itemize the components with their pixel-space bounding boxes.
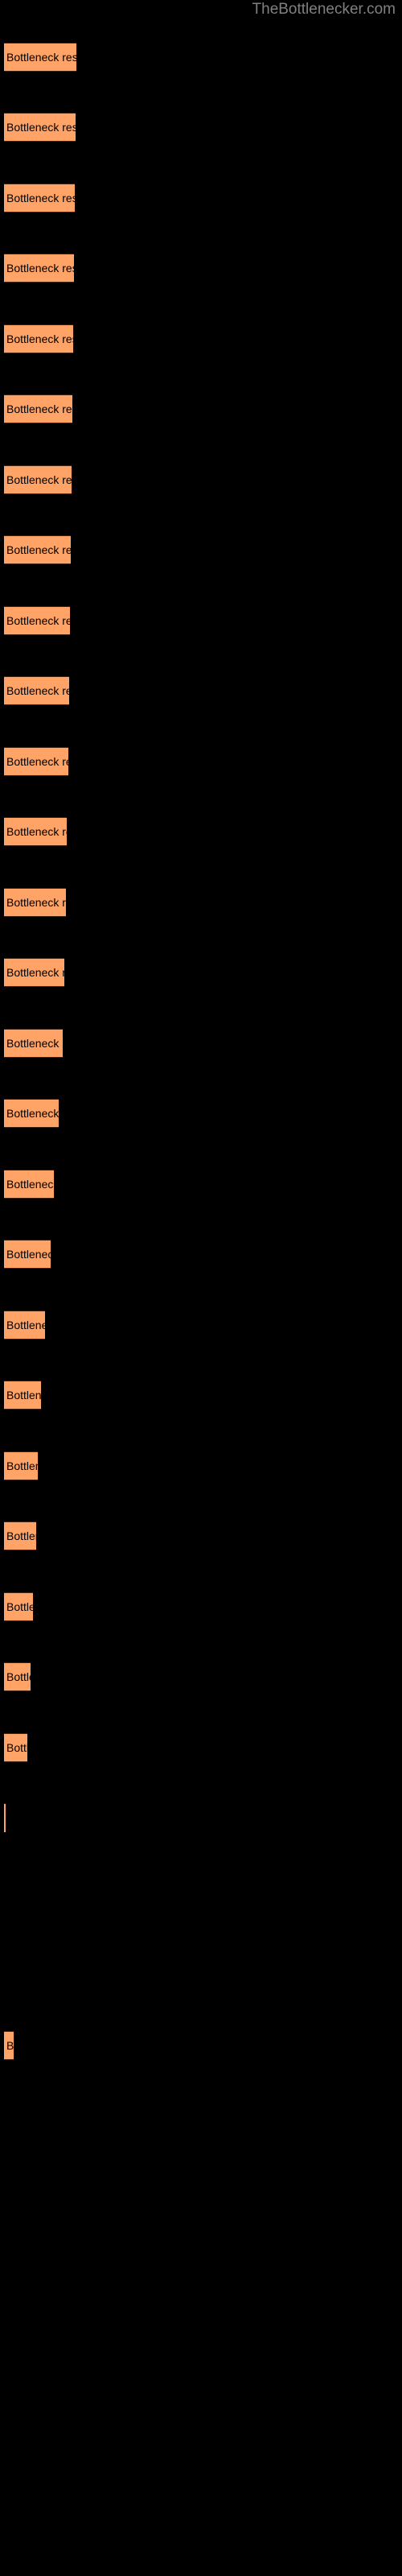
bar-label: Bottleneck result bbox=[6, 614, 70, 627]
bar-16[interactable]: Bottleneck result bbox=[4, 1099, 59, 1128]
bar-label: Bottleneck result bbox=[6, 192, 75, 204]
bottleneck-bar-chart: Bottleneck result Bottleneck result Bottle… bbox=[0, 0, 402, 2576]
bar-label: Bottleneck result bbox=[6, 1107, 59, 1120]
bar-9[interactable]: Bottleneck result bbox=[4, 606, 70, 635]
bar-label: Bottleneck result bbox=[6, 1178, 54, 1191]
bar-label: Bottleneck result bbox=[6, 896, 66, 909]
bar-label: Bottleneck result bbox=[6, 1741, 27, 1754]
bar-6[interactable]: Bottleneck result bbox=[4, 394, 72, 423]
bar-label: Bottleneck result bbox=[6, 1389, 41, 1402]
bar-4[interactable]: Bottleneck result bbox=[4, 254, 74, 283]
bar-27[interactable]: Bottleneck result bbox=[4, 2031, 14, 2060]
bar-label: Bottleneck result bbox=[6, 473, 72, 486]
bar-23[interactable]: Bottleneck result bbox=[4, 1592, 33, 1621]
bar-label: Bottleneck result bbox=[6, 1248, 51, 1261]
bar-label: Bottleneck result bbox=[6, 755, 68, 768]
bar-10[interactable]: Bottleneck result bbox=[4, 676, 69, 705]
bar-13[interactable]: Bottleneck result bbox=[4, 888, 66, 917]
bar-20[interactable]: Bottleneck result bbox=[4, 1381, 41, 1410]
bar-25[interactable]: Bottleneck result bbox=[4, 1733, 27, 1762]
bar-5[interactable]: Bottleneck result bbox=[4, 324, 73, 353]
bar-11[interactable]: Bottleneck result bbox=[4, 747, 68, 776]
bar-label: Bottleneck result bbox=[6, 121, 76, 134]
bar-14[interactable]: Bottleneck result bbox=[4, 958, 64, 987]
bar-8[interactable]: Bottleneck result bbox=[4, 535, 71, 564]
bar-label: Bottleneck result bbox=[6, 2039, 14, 2052]
bar-label: Bottleneck result bbox=[6, 966, 64, 979]
bar-label: Bottleneck result bbox=[6, 51, 76, 64]
bar-24[interactable]: Bottleneck result bbox=[4, 1662, 31, 1691]
bar-19[interactable]: Bottleneck result bbox=[4, 1311, 45, 1340]
bar-1[interactable]: Bottleneck result bbox=[4, 43, 76, 72]
bar-18[interactable]: Bottleneck result bbox=[4, 1240, 51, 1269]
bar-label: Bottleneck result bbox=[6, 684, 69, 697]
bar-3[interactable]: Bottleneck result bbox=[4, 184, 75, 213]
bar-label: Bottleneck result bbox=[6, 1459, 38, 1472]
bar-label: Bottleneck result bbox=[6, 1670, 31, 1683]
bar-2[interactable]: Bottleneck result bbox=[4, 113, 76, 142]
bar-17[interactable]: Bottleneck result bbox=[4, 1170, 54, 1199]
bar-label: Bottleneck result bbox=[6, 1037, 63, 1050]
bar-label: Bottleneck result bbox=[6, 332, 73, 345]
bar-label: Bottleneck result bbox=[6, 402, 72, 415]
bar-22[interactable]: Bottleneck result bbox=[4, 1521, 36, 1550]
bar-26[interactable]: Bottleneck result bbox=[4, 1803, 6, 1832]
bar-label: Bottleneck result bbox=[6, 1530, 36, 1542]
bar-label: Bottleneck result bbox=[6, 543, 71, 556]
bar-label: Bottleneck result bbox=[6, 1600, 33, 1613]
bar-label: Bottleneck result bbox=[6, 825, 67, 838]
bar-7[interactable]: Bottleneck result bbox=[4, 465, 72, 494]
bar-15[interactable]: Bottleneck result bbox=[4, 1029, 63, 1058]
bar-21[interactable]: Bottleneck result bbox=[4, 1451, 38, 1480]
bar-12[interactable]: Bottleneck result bbox=[4, 817, 67, 846]
bar-label: Bottleneck result bbox=[6, 1319, 45, 1331]
bar-label: Bottleneck result bbox=[6, 262, 74, 275]
